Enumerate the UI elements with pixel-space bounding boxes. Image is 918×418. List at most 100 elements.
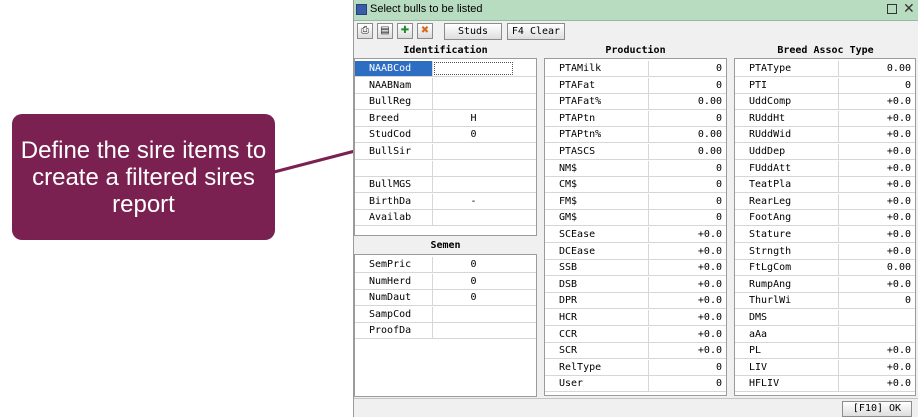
semen-row-value-field[interactable]: 0: [433, 290, 514, 305]
production-row-value-field[interactable]: 0.00: [649, 94, 726, 109]
production-row[interactable]: NM$ 0: [545, 160, 726, 177]
breed-row-value-field[interactable]: +0.0: [839, 376, 915, 391]
semen-row-value-field[interactable]: 0: [433, 257, 514, 272]
breed-row[interactable]: DMS: [735, 310, 915, 326]
production-row-value-field[interactable]: 0: [649, 210, 726, 225]
production-row-value-field[interactable]: +0.0: [649, 244, 726, 259]
breed-row-value-field[interactable]: [839, 327, 915, 342]
breed-row-value-field[interactable]: 0: [839, 78, 915, 93]
identification-row[interactable]: NAABNam: [355, 77, 536, 94]
breed-row[interactable]: RUddWid +0.0: [735, 127, 915, 144]
identification-row[interactable]: BirthDa -: [355, 193, 536, 210]
production-row-value-field[interactable]: +0.0: [649, 260, 726, 275]
production-row-value-field[interactable]: +0.0: [649, 343, 726, 358]
production-row-value-field[interactable]: +0.0: [649, 293, 726, 308]
production-row[interactable]: PTAFat 0: [545, 77, 726, 94]
production-row[interactable]: PTAPtn 0: [545, 110, 726, 127]
breed-row[interactable]: PTAType 0.00: [735, 61, 915, 77]
production-row[interactable]: DPR +0.0: [545, 293, 726, 310]
breed-row[interactable]: TeatPla +0.0: [735, 177, 915, 194]
breed-row-value-field[interactable]: +0.0: [839, 94, 915, 109]
production-row[interactable]: SCEase +0.0: [545, 227, 726, 243]
print-icon[interactable]: ⎙: [357, 23, 373, 39]
semen-row-value-field[interactable]: 0: [433, 274, 514, 289]
breed-row[interactable]: HFLIV +0.0: [735, 376, 915, 393]
production-row[interactable]: CCR +0.0: [545, 326, 726, 343]
semen-row-value-field[interactable]: [433, 323, 514, 338]
production-row-value-field[interactable]: 0: [649, 61, 726, 76]
identification-row[interactable]: NAABCod: [355, 61, 536, 77]
production-row[interactable]: User 0: [545, 376, 726, 393]
breed-row-value-field[interactable]: +0.0: [839, 244, 915, 259]
semen-row[interactable]: NumDaut 0: [355, 290, 536, 307]
breed-row-value-field[interactable]: 0.00: [839, 260, 915, 275]
identification-row[interactable]: Breed H: [355, 110, 536, 127]
copy-icon[interactable]: ▤: [377, 23, 393, 39]
production-row[interactable]: PTAMilk 0: [545, 61, 726, 77]
production-row-value-field[interactable]: 0: [649, 78, 726, 93]
semen-row[interactable]: NumHerd 0: [355, 273, 536, 290]
breed-row-value-field[interactable]: +0.0: [839, 177, 915, 192]
production-row[interactable]: CM$ 0: [545, 177, 726, 194]
studs-button[interactable]: Studs: [444, 23, 502, 40]
production-row-value-field[interactable]: 0: [649, 194, 726, 209]
breed-row[interactable]: ThurlWi 0: [735, 293, 915, 310]
breed-row-value-field[interactable]: +0.0: [839, 127, 915, 142]
identification-row-value-field[interactable]: 0: [433, 127, 514, 142]
identification-row-value-field[interactable]: [433, 94, 514, 109]
breed-row[interactable]: UddDep +0.0: [735, 144, 915, 160]
production-row[interactable]: FM$ 0: [545, 193, 726, 210]
production-row[interactable]: DSB +0.0: [545, 276, 726, 293]
production-row-value-field[interactable]: 0: [649, 161, 726, 176]
semen-row-value-field[interactable]: [433, 307, 514, 322]
identification-row[interactable]: BullReg: [355, 94, 536, 111]
breed-row-value-field[interactable]: +0.0: [839, 277, 915, 292]
production-row[interactable]: RelType 0: [545, 359, 726, 376]
identification-row[interactable]: [355, 160, 536, 177]
breed-row-value-field[interactable]: [839, 310, 915, 325]
semen-row[interactable]: ProofDa: [355, 323, 536, 340]
identification-row[interactable]: Availab: [355, 210, 536, 227]
breed-row[interactable]: Stature +0.0: [735, 227, 915, 243]
production-row-value-field[interactable]: +0.0: [649, 277, 726, 292]
identification-row[interactable]: BullSir: [355, 144, 536, 160]
breed-row-value-field[interactable]: +0.0: [839, 210, 915, 225]
breed-row[interactable]: PL +0.0: [735, 343, 915, 360]
production-row[interactable]: SSB +0.0: [545, 260, 726, 277]
identification-row[interactable]: StudCod 0: [355, 127, 536, 144]
breed-row[interactable]: LIV +0.0: [735, 359, 915, 376]
breed-row-value-field[interactable]: +0.0: [839, 111, 915, 126]
identification-row-value-field[interactable]: [433, 161, 514, 176]
breed-row[interactable]: RumpAng +0.0: [735, 276, 915, 293]
production-row[interactable]: PTAFat% 0.00: [545, 94, 726, 111]
production-row[interactable]: PTASCS 0.00: [545, 144, 726, 160]
breed-row-value-field[interactable]: +0.0: [839, 343, 915, 358]
production-row-value-field[interactable]: +0.0: [649, 227, 726, 242]
identification-row-value-field[interactable]: [433, 78, 514, 93]
title-bar[interactable]: Select bulls to be listed ✕: [354, 0, 918, 21]
maximize-icon[interactable]: [887, 4, 897, 14]
identification-row-value-field[interactable]: -: [433, 194, 514, 209]
f4-clear-button[interactable]: F4 Clear: [507, 23, 565, 40]
production-row-value-field[interactable]: 0: [649, 360, 726, 375]
production-row-value-field[interactable]: +0.0: [649, 310, 726, 325]
production-row-value-field[interactable]: 0: [649, 376, 726, 391]
identification-row-value-field[interactable]: [433, 144, 514, 159]
production-row[interactable]: DCEase +0.0: [545, 243, 726, 260]
production-row-value-field[interactable]: 0: [649, 177, 726, 192]
identification-row-value-field[interactable]: [433, 177, 514, 192]
breed-row[interactable]: FootAng +0.0: [735, 210, 915, 227]
production-row-value-field[interactable]: 0: [649, 111, 726, 126]
breed-row-value-field[interactable]: +0.0: [839, 144, 915, 159]
breed-row[interactable]: aAa: [735, 326, 915, 343]
breed-row[interactable]: FtLgCom 0.00: [735, 260, 915, 277]
production-row[interactable]: HCR +0.0: [545, 310, 726, 326]
breed-row[interactable]: RUddHt +0.0: [735, 110, 915, 127]
production-row[interactable]: GM$ 0: [545, 210, 726, 227]
breed-row-value-field[interactable]: +0.0: [839, 227, 915, 242]
identification-row-value-field[interactable]: H: [433, 111, 514, 126]
production-row-value-field[interactable]: 0.00: [649, 127, 726, 142]
breed-row-value-field[interactable]: +0.0: [839, 360, 915, 375]
remove-orange-icon[interactable]: ✖: [417, 23, 433, 39]
breed-row[interactable]: UddComp +0.0: [735, 94, 915, 111]
